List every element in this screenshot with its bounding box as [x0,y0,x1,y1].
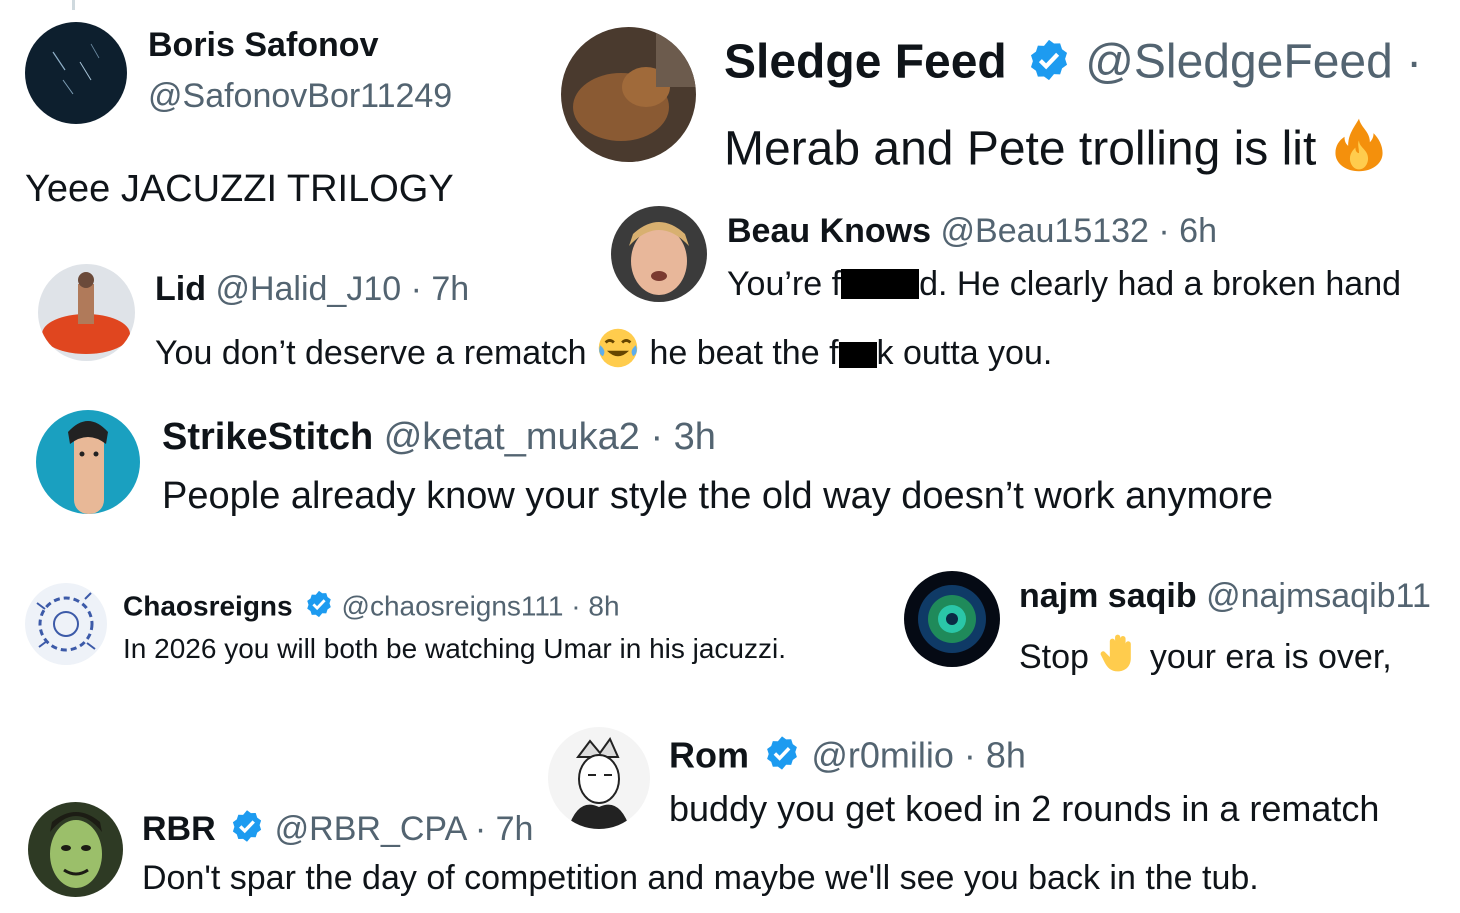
post-text-end: your era is over, [1140,637,1392,676]
post-text: In 2026 you will both be watching Umar i… [123,633,787,664]
post-text-middle: he beat the f [640,333,839,372]
post-text-start: You’re f [727,265,842,303]
verified-badge-icon [1030,39,1067,81]
post-time[interactable]: · 3h [640,416,716,458]
author-handle[interactable]: @ketat_muka2 [384,416,640,458]
post-text-start: Stop [1019,637,1099,676]
post-text-end: k outta you. [876,333,1053,372]
verified-badge-icon [307,590,331,618]
post-time[interactable]: · 7h [401,270,470,308]
author-name[interactable]: Lid [155,270,206,308]
verified-badge-icon [767,736,798,770]
tears-of-joy-emoji-icon [598,328,638,368]
avatar-beau-knows[interactable] [611,206,707,302]
author-name[interactable]: Rom [669,735,749,776]
post-time[interactable]: · 7h [465,810,534,848]
author-line: Chaosreigns @chaosreigns111 · 8h [123,589,620,621]
author-line: Sledge Feed @SledgeFeed · [724,37,1422,86]
thread-connector-line [72,0,75,10]
author-line: najm saqib @najmsaqib11 [1019,579,1431,613]
post-text: You don’t deserve a rematch he beat the … [155,326,1052,370]
verified-badge-icon [233,810,262,842]
post-text: People already know your style the old w… [162,475,1274,517]
raised-hand-emoji-icon [1100,634,1132,672]
author-name[interactable]: Boris Safonov [148,28,378,62]
avatar-boris[interactable] [25,22,127,124]
post-text-end: d. He clearly had a broken hand [919,265,1402,303]
author-line: RBR @RBR_CPA · 7h [142,808,533,846]
post-text: Don't spar the day of competition and ma… [142,859,1259,897]
avatar-strikestitch[interactable] [36,410,140,514]
author-handle[interactable]: @chaosreigns111 [342,591,564,622]
fire-emoji-icon [1335,118,1383,172]
author-line: Rom @r0milio · 8h [669,734,1026,774]
author-line: StrikeStitch @ketat_muka2 · 3h [162,418,716,456]
author-handle[interactable]: @Halid_J10 [215,270,401,308]
author-handle[interactable]: @RBR_CPA [275,810,466,848]
post-time[interactable]: · 6h [1149,212,1217,250]
post-text-content: Merab and Pete trolling is lit [724,122,1317,176]
post-text: Yeee JACUZZI TRILOGY [25,168,454,210]
author-handle[interactable]: @najmsaqib11 [1206,577,1431,615]
avatar-sledge-feed[interactable] [561,27,696,162]
author-line: Beau Knows @Beau15132 · 6h [727,214,1217,248]
author-handle[interactable]: @r0milio [811,735,954,776]
avatar-rbr[interactable] [28,802,123,897]
author-name[interactable]: Chaosreigns [123,591,293,622]
redaction-bar [841,269,920,300]
avatar-lid[interactable] [38,264,135,361]
author-name[interactable]: Beau Knows [727,212,931,250]
author-name[interactable]: RBR [142,810,216,848]
author-handle[interactable]: @SafonovBor11249 [148,79,452,113]
post-text: Merab and Pete trolling is lit [724,115,1388,173]
post-text-start: You don’t deserve a rematch [155,333,597,372]
author-handle[interactable]: @SledgeFeed [1085,35,1393,88]
post-text: Stop your era is over, [1019,632,1392,674]
post-text: You’re f d. He clearly had a broken hand [727,267,1401,301]
author-name[interactable]: Sledge Feed [724,35,1007,88]
avatar-chaosreigns[interactable] [25,583,107,665]
post-text: buddy you get koed in 2 rounds in a rema… [669,788,1380,829]
redaction-bar [838,341,877,368]
avatar-najm-saqib[interactable] [904,571,1000,667]
separator-dot: · [1392,35,1423,89]
author-name[interactable]: StrikeStitch [162,416,373,458]
avatar-rom[interactable] [548,727,650,829]
author-handle[interactable]: @Beau15132 [941,212,1149,250]
post-time[interactable]: · 8h [564,591,619,622]
author-line: Lid @Halid_J10 · 7h [155,272,469,306]
author-name[interactable]: najm saqib [1019,577,1197,615]
post-time[interactable]: · 8h [954,735,1026,776]
